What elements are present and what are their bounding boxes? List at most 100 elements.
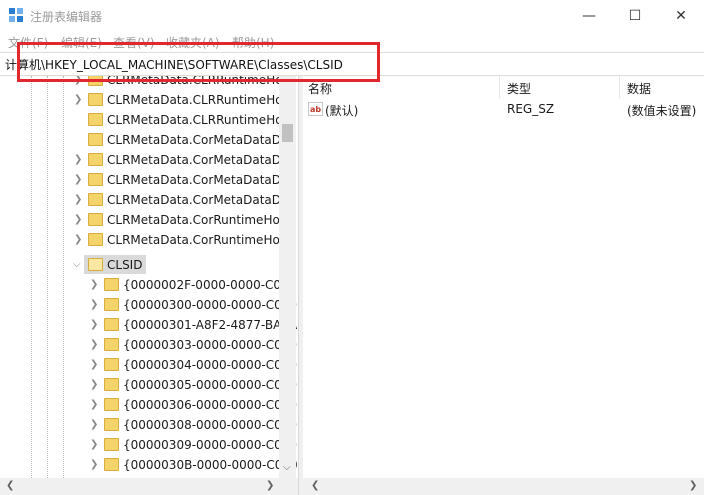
chevron-down-icon[interactable]: ⌵ [73,259,83,271]
scroll-down-arrow-icon[interactable]: ⌵ [283,462,291,473]
folder-icon [104,378,119,391]
chevron-right-icon[interactable]: ❯ [74,214,84,226]
list-horizontal-scrollbar[interactable]: ❮ ❯ [303,478,704,495]
tree-item[interactable]: ❯ CLRMetaData.CorMetaDataDi [0,150,284,170]
column-header-type[interactable]: 类型 [507,76,531,98]
folder-icon [88,153,103,166]
chevron-right-icon[interactable]: ❯ [74,194,84,206]
tree-item[interactable]: ❯ {0000002F-0000-0000-C000 [0,275,296,295]
chevron-right-icon[interactable]: ❯ [90,299,100,311]
tree-item[interactable]: ❯ {00000306-0000-0000-C000 [0,395,297,415]
tree-item[interactable]: ❯ {00000300-0000-0000-C000 [0,295,297,315]
chevron-right-icon[interactable]: ❯ [74,94,84,106]
chevron-right-icon[interactable]: ❯ [74,174,84,186]
tree-item[interactable]: ❯ CLRMetaData.CorMetaDataDi [0,190,284,210]
folder-icon [104,338,119,351]
folder-icon [104,278,119,291]
tree-item-label: {00000306-0000-0000-C000 [123,398,298,412]
menu-favorites[interactable]: 收藏夹(A) [166,34,220,51]
tree-item-label: {00000308-0000-0000-C000 [123,418,298,432]
tree-item[interactable]: ❯ CLRMetaData.CorMetaDataDi [0,170,284,190]
tree-item[interactable]: ❯ {00000309-0000-0000-C000 [0,435,297,455]
tree-item[interactable]: CLRMetaData.CLRRuntimeHos [0,110,289,130]
tree-item-label: CLRMetaData.CorMetaDataDi [107,193,285,207]
maximize-button[interactable]: ☐ [612,0,658,31]
column-divider[interactable] [619,76,620,98]
scroll-left-arrow-icon[interactable]: ❮ [311,480,319,491]
close-button[interactable]: ✕ [658,0,704,31]
tree-item-label: CLRMetaData.CorMetaDataDi [107,153,285,167]
scroll-right-arrow-icon[interactable]: ❯ [266,480,274,491]
tree-item-label: CLRMetaData.CLRRuntimeHos [107,76,289,87]
chevron-right-icon[interactable]: ❯ [74,154,84,166]
tree-item-clsid[interactable]: ⌵ CLSID [0,255,279,275]
menu-bar: 文件(F) 编辑(E) 查看(V) 收藏夹(A) 帮助(H) [0,31,704,52]
chevron-right-icon[interactable]: ❯ [74,234,84,246]
tree-item[interactable]: ❯ CLRMetaData.CorRuntimeHos [0,210,286,230]
value-data: (数值未设置) [627,104,697,118]
chevron-right-icon[interactable]: ❯ [90,279,100,291]
folder-icon [104,358,119,371]
tree-horizontal-scrollbar[interactable]: ❮ ❯ [0,478,279,495]
tree-item[interactable]: ❯ {00000305-0000-0000-C000 [0,375,297,395]
chevron-right-icon[interactable]: ❯ [90,439,100,451]
tree-item-label: {00000304-0000-0000-C000 [123,358,298,372]
scroll-left-arrow-icon[interactable]: ❮ [6,480,14,491]
tree-item-label: {00000309-0000-0000-C000 [123,438,298,452]
tree-item[interactable]: ❯ {00000308-0000-0000-C000 [0,415,297,435]
chevron-right-icon[interactable]: ❯ [90,379,100,391]
tree-item-label: {00000305-0000-0000-C000 [123,378,298,392]
tree-item[interactable]: ❯ {0000030B-0000-0000-C000 [0,455,298,475]
value-row[interactable]: ab (默认) REG_SZ (数值未设置) [303,98,704,120]
registry-editor-icon [9,8,23,22]
folder-icon [88,133,103,146]
values-list[interactable]: 名称 类型 数据 ab (默认) REG_SZ (数值未设置) ❮ ❯ [303,76,704,495]
tree-item-label: {0000030B-0000-0000-C000 [123,458,298,472]
address-bar[interactable]: 计算机\HKEY_LOCAL_MACHINE\SOFTWARE\Classes\… [0,52,704,76]
title-bar: 注册表编辑器 — ☐ ✕ [0,0,704,31]
chevron-right-icon[interactable]: ❯ [90,339,100,351]
chevron-right-icon[interactable]: ❯ [90,319,100,331]
chevron-right-icon[interactable]: ❯ [74,76,84,86]
column-header-name[interactable]: 名称 [308,76,332,98]
scrollbar-thumb[interactable] [282,124,293,142]
chevron-right-icon[interactable]: ❯ [90,459,100,471]
tree-item[interactable]: ❯ {00000303-0000-0000-C000 [0,335,297,355]
tree-item[interactable]: ❯ {00000301-A8F2-4877-BA0A [0,315,297,335]
tree-item[interactable]: CLRMetaData.CorMetaDataDi [0,130,284,150]
tree-item-label: {0000002F-0000-0000-C000 [123,278,297,292]
minimize-icon: — [582,7,596,24]
tree-item[interactable]: ❯ {00000304-0000-0000-C000 [0,355,297,375]
scrollbar-corner [279,478,298,495]
tree-item[interactable]: ❯ CLRMetaData.CLRRuntimeHos [0,76,289,90]
value-type: REG_SZ [507,102,555,116]
menu-edit[interactable]: 编辑(E) [61,34,102,51]
menu-help[interactable]: 帮助(H) [232,34,274,51]
folder-icon [104,298,119,311]
menu-file[interactable]: 文件(F) [8,34,48,51]
chevron-right-icon[interactable]: ❯ [90,359,100,371]
folder-icon [88,213,103,226]
tree-item-label: CLRMetaData.CorMetaDataDi [107,133,285,147]
folder-icon [88,93,103,106]
window-title: 注册表编辑器 [30,10,103,24]
minimize-button[interactable]: — [566,0,612,31]
tree-item-label: CLRMetaData.CLRRuntimeHos [107,113,289,127]
tree-item-label: {00000303-0000-0000-C000 [123,338,298,352]
tree-vertical-scrollbar[interactable]: ⌵ [279,76,296,478]
tree-item-label: {00000300-0000-0000-C000 [123,298,298,312]
tree-item[interactable]: ❯ CLRMetaData.CorRuntimeHos [0,230,286,250]
chevron-right-icon[interactable]: ❯ [90,399,100,411]
folder-icon [88,173,103,186]
folder-icon [88,193,103,206]
tree-item[interactable]: ❯ CLRMetaData.CLRRuntimeHos [0,90,289,110]
column-divider[interactable] [499,76,500,98]
folder-icon [104,458,119,471]
registry-tree[interactable]: ❯ CLRMetaData.CLRRuntimeHos ❯ CLRMetaDat… [0,76,298,478]
chevron-right-icon[interactable]: ❯ [90,419,100,431]
menu-view[interactable]: 查看(V) [113,34,155,51]
scroll-right-arrow-icon[interactable]: ❯ [689,480,697,491]
folder-icon [104,438,119,451]
address-path[interactable]: 计算机\HKEY_LOCAL_MACHINE\SOFTWARE\Classes\… [5,56,343,73]
column-header-data[interactable]: 数据 [627,76,651,98]
